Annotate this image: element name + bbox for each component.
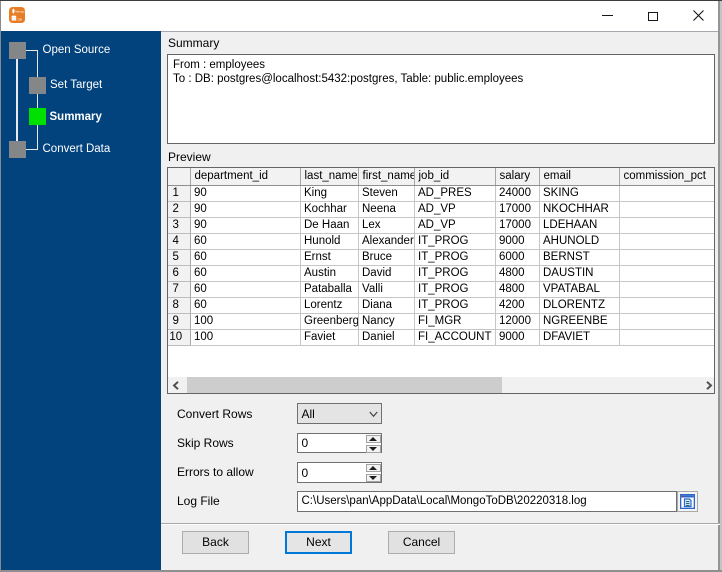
svg-text:DB: DB: [18, 18, 22, 22]
svg-text:Mongo: Mongo: [15, 9, 25, 13]
